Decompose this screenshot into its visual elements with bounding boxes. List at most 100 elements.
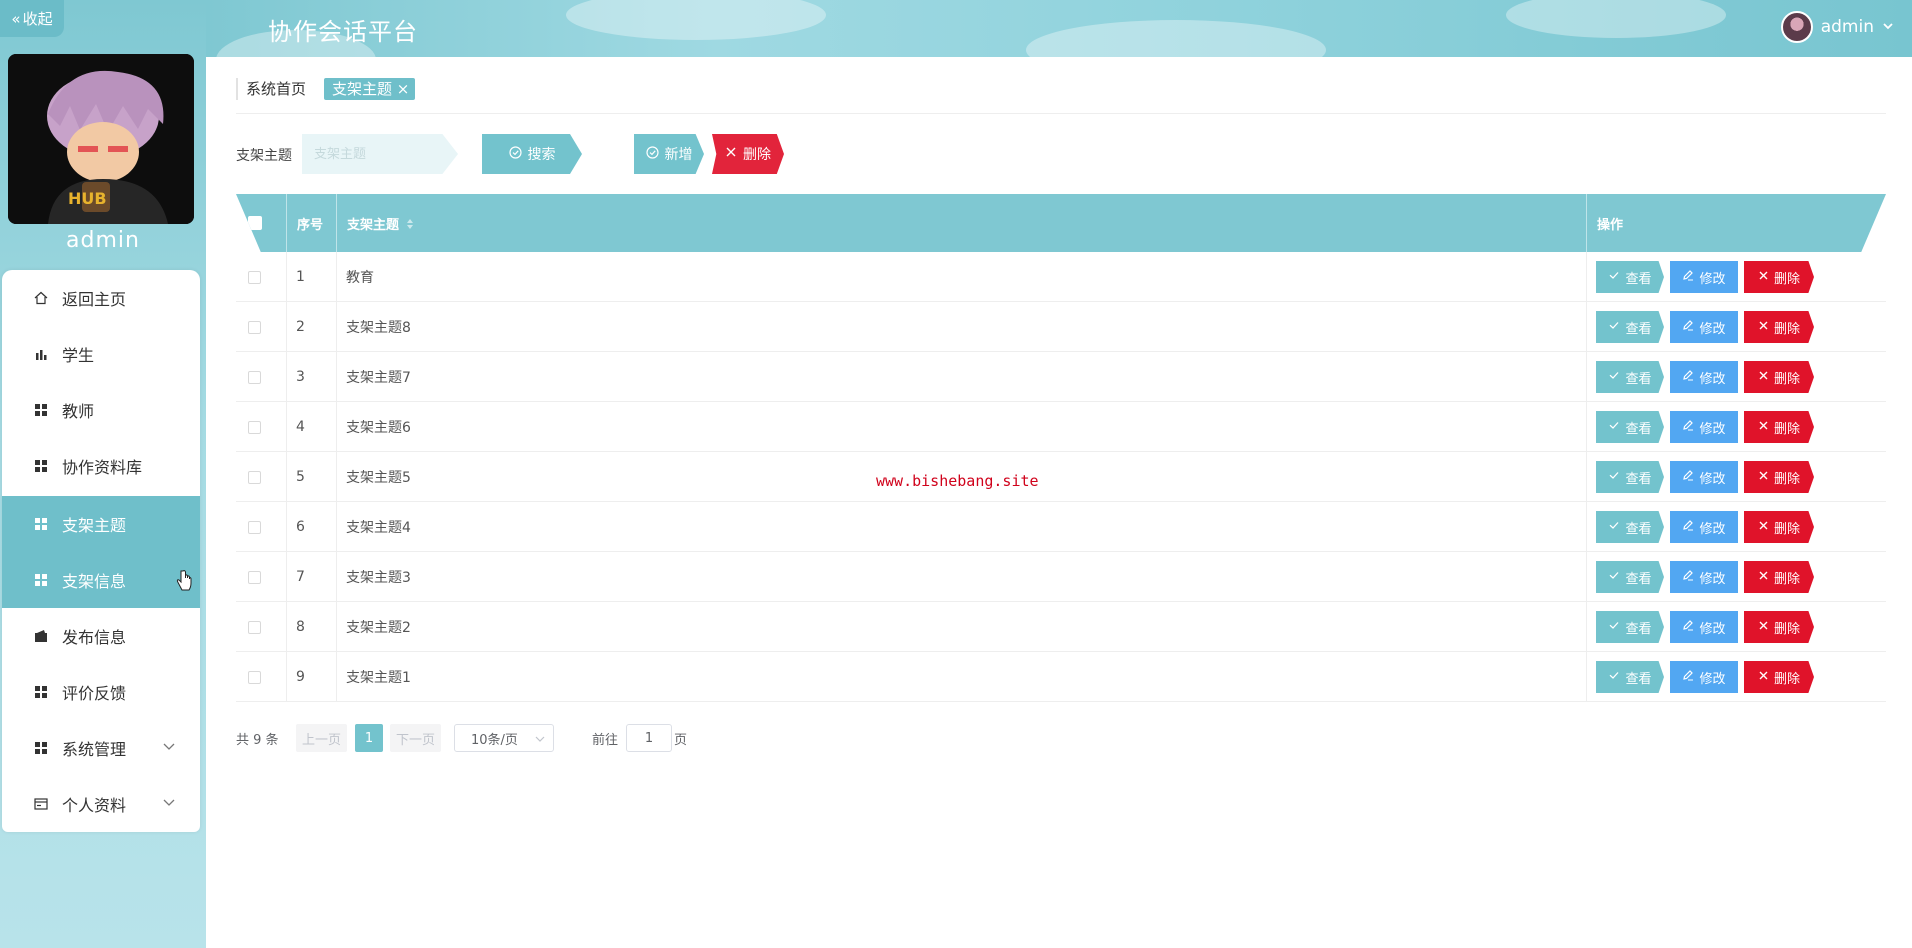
hand-cursor-icon [176,570,192,596]
row-checkbox[interactable] [248,470,261,484]
sidebar-item-home[interactable]: 返回主页 [2,270,200,326]
edit-button[interactable]: 修改 [1670,611,1738,643]
table-row: 8 支架主题2 查看 修改 删除 [236,602,1886,652]
row-actions: 查看 修改 删除 [1596,352,1814,402]
delete-button[interactable]: 删除 [1744,311,1814,343]
view-button[interactable]: 查看 [1596,461,1664,493]
edit-label: 修改 [1699,471,1726,487]
edit-button[interactable]: 修改 [1670,561,1738,593]
cell-divider [336,302,337,352]
view-button[interactable]: 查看 [1596,611,1664,643]
search-button[interactable]: 搜索 [482,134,582,174]
sidebar-item-topic[interactable]: 支架主题 [2,496,200,552]
svg-text:HUB: HUB [68,189,107,208]
row-checkbox[interactable] [248,270,261,284]
sidebar-item-label: 协作资料库 [62,458,143,477]
edit-label: 修改 [1699,271,1726,287]
close-icon [1758,620,1769,635]
goto-prefix: 前往 [592,732,619,748]
delete-button[interactable]: 删除 [1744,411,1814,443]
close-icon[interactable]: × [397,80,410,98]
view-label: 查看 [1625,321,1652,337]
column-header-index: 序号 [286,194,336,252]
delete-label: 删除 [1773,321,1800,337]
column-header-topic[interactable]: 支架主题 [336,194,1522,252]
view-button[interactable]: 查看 [1596,661,1664,693]
row-index: 2 [296,319,305,335]
row-checkbox[interactable] [248,670,261,684]
sidebar-item-info[interactable]: 支架信息 [2,552,200,608]
close-icon [1758,420,1769,435]
tab-current[interactable]: 支架主题 × [324,78,416,100]
collapse-button[interactable]: « 收起 [0,0,64,37]
sidebar-item-system[interactable]: 系统管理 [2,720,200,776]
edit-button[interactable]: 修改 [1670,311,1738,343]
edit-button[interactable]: 修改 [1670,361,1738,393]
row-checkbox[interactable] [248,520,261,534]
view-button[interactable]: 查看 [1596,261,1664,293]
breadcrumb-home[interactable]: 系统首页 [236,78,306,100]
view-button[interactable]: 查看 [1596,361,1664,393]
sort-icon[interactable] [407,218,414,229]
row-checkbox[interactable] [248,420,261,434]
row-actions: 查看 修改 删除 [1596,402,1814,452]
tab-label: 支架主题 [332,80,393,98]
edit-button[interactable]: 修改 [1670,511,1738,543]
page-size-select[interactable]: 10条/页 [454,724,554,752]
sidebar-item-profile[interactable]: 个人资料 [2,776,200,832]
pencil-icon [1682,419,1694,435]
row-index: 6 [296,519,305,535]
select-all-checkbox[interactable] [248,216,262,230]
row-checkbox[interactable] [248,370,261,384]
view-button[interactable]: 查看 [1596,561,1664,593]
edit-button[interactable]: 修改 [1670,461,1738,493]
add-button[interactable]: 新增 [634,134,704,174]
delete-button[interactable]: 删除 [1744,261,1814,293]
collapse-label: 收起 [22,10,53,28]
view-button[interactable]: 查看 [1596,511,1664,543]
delete-button[interactable]: 删除 [1744,561,1814,593]
goto-page-input[interactable]: 1 [626,724,672,752]
row-checkbox-cell [248,302,261,352]
batch-delete-button[interactable]: 删除 [712,134,784,174]
goto-suffix: 页 [674,732,688,748]
view-button[interactable]: 查看 [1596,311,1664,343]
sidebar-item-teachers[interactable]: 教师 [2,382,200,438]
edit-button[interactable]: 修改 [1670,261,1738,293]
row-actions: 查看 修改 删除 [1596,652,1814,702]
delete-button[interactable]: 删除 [1744,361,1814,393]
cell-divider [286,402,287,452]
view-button[interactable]: 查看 [1596,411,1664,443]
row-checkbox[interactable] [248,570,261,584]
row-checkbox[interactable] [248,320,261,334]
table-row: 4 支架主题6 查看 修改 删除 [236,402,1886,452]
page-number-current[interactable]: 1 [355,724,383,752]
prev-page-button[interactable]: 上一页 [296,724,348,752]
edit-button[interactable]: 修改 [1670,661,1738,693]
close-icon [1758,370,1769,385]
sidebar-item-library[interactable]: 协作资料库 [2,438,200,494]
edit-button[interactable]: 修改 [1670,411,1738,443]
sidebar-item-publish[interactable]: 发布信息 [2,608,200,664]
delete-button[interactable]: 删除 [1744,511,1814,543]
sidebar-item-feedback[interactable]: 评价反馈 [2,664,200,720]
edit-label: 修改 [1699,321,1726,337]
search-input[interactable] [302,134,458,174]
delete-button[interactable]: 删除 [1744,461,1814,493]
user-menu[interactable]: admin [1780,11,1894,43]
check-icon [1608,669,1620,685]
sidebar-item-students[interactable]: 学生 [2,326,200,382]
header-username: admin [1820,17,1874,37]
row-checkbox[interactable] [248,620,261,634]
delete-button[interactable]: 删除 [1744,661,1814,693]
delete-button[interactable]: 删除 [1744,611,1814,643]
cell-divider [286,302,287,352]
row-index: 5 [296,469,305,485]
next-page-button[interactable]: 下一页 [390,724,442,752]
header-cloud [566,0,826,40]
row-index: 4 [296,419,305,435]
pencil-icon [1682,269,1694,285]
table-row: 9 支架主题1 查看 修改 删除 [236,652,1886,702]
view-label: 查看 [1625,471,1652,487]
pencil-icon [1682,669,1694,685]
